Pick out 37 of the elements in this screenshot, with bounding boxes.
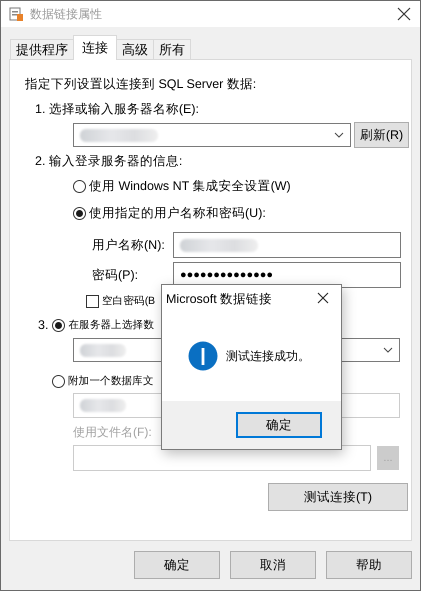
radio-button[interactable] [73,207,86,220]
radio-label: 在服务器上选择数 [68,318,154,332]
message-box-title: Microsoft 数据链接 [166,291,274,308]
dialog-button[interactable]: 取消 [230,551,316,579]
close-icon [317,292,329,304]
dialog-button[interactable]: 帮助 [326,551,412,579]
tab[interactable]: 连接 [73,35,117,60]
window-title: 数据链接属性 [30,6,103,22]
refresh-button[interactable]: 刷新(R) [354,122,409,148]
checkbox[interactable] [86,294,99,308]
field-label: 密码(P): [92,266,140,284]
field-label: 用户名称(N): [92,236,166,254]
radio-button[interactable] [52,318,66,332]
dialog-button[interactable]: 确定 [134,551,220,579]
step-label: 1. 选择或输入服务器名称(E): [35,101,200,118]
username-field[interactable] [173,232,401,258]
field-label: 使用文件名(F): [73,424,152,441]
tab[interactable]: 所有 [153,39,191,60]
step-label: 2. 输入登录服务器的信息: [35,153,184,170]
step-number: 3. [38,318,48,332]
radio-label: 附加一个数据库文 [68,374,154,388]
radio-button[interactable] [73,180,86,193]
window-icon [8,6,24,22]
radio-label: 使用指定的用户名称和密码(U): [89,205,266,222]
instruction-text: 指定下列设置以连接到 SQL Server 数据: [25,76,258,93]
radio-button[interactable] [52,374,65,388]
close-icon [397,7,411,21]
ok-button[interactable]: 确定 [236,412,322,438]
server-combo-box[interactable] [73,123,351,147]
checkbox-label: 空白密码(B [102,294,155,308]
test-connection-button[interactable]: 测试连接(T) [268,483,408,511]
caret-icon [383,347,393,353]
caret-icon [334,132,344,138]
message-text: 测试连接成功。 [226,348,310,364]
info-icon [188,341,218,371]
tab[interactable]: 提供程序 [10,39,74,60]
radio-label: 使用 Windows NT 集成安全设置(W) [89,178,291,195]
